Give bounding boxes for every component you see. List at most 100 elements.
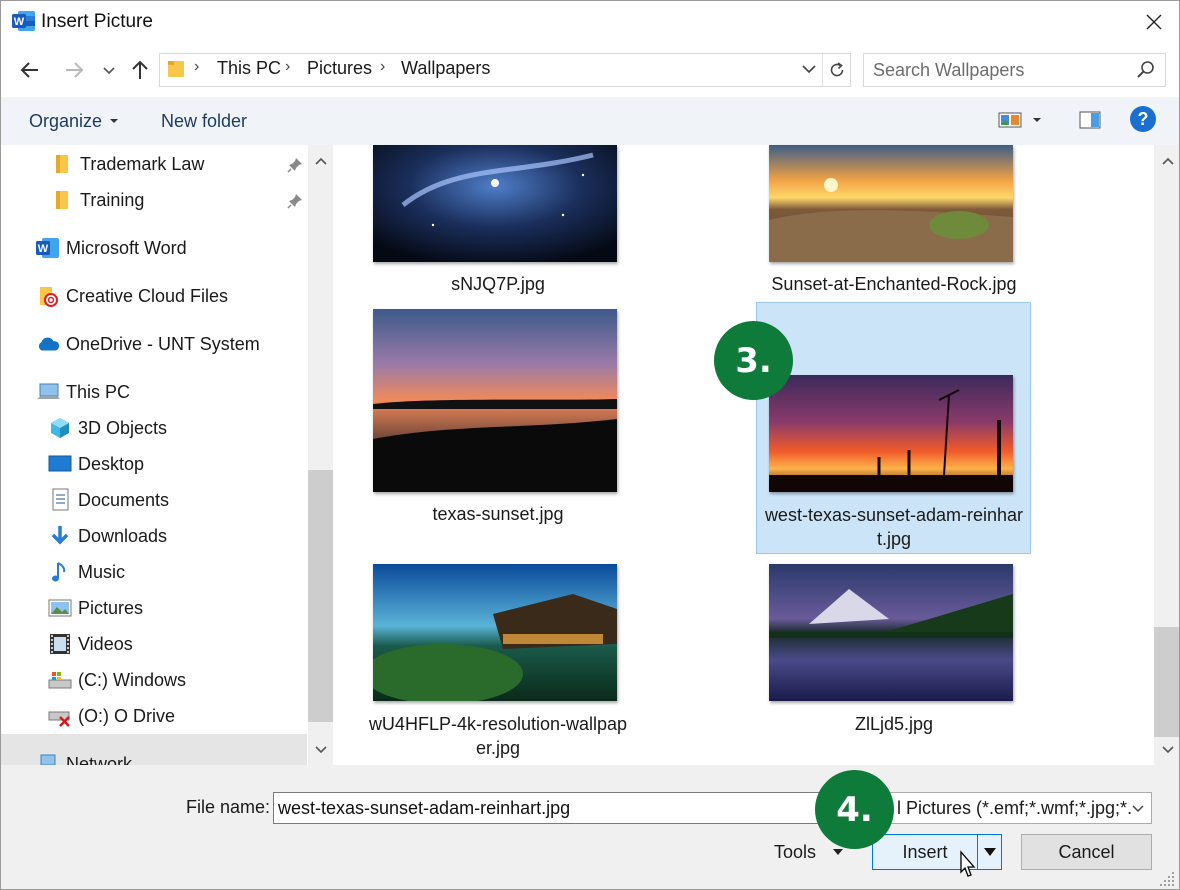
sidebar-item-training[interactable]: Training xyxy=(50,182,144,218)
breadcrumb-this-pc[interactable]: This PC xyxy=(217,58,281,79)
bottom-panel xyxy=(0,765,1180,890)
file-name-line: er.jpg xyxy=(475,738,521,758)
thumbnail-snjq7p[interactable] xyxy=(373,145,617,262)
chevron-up-icon xyxy=(1162,157,1174,165)
file-name-line: west-texas-sunset-adam-reinhar xyxy=(764,505,1024,525)
sidebar-item-label: Training xyxy=(80,189,145,210)
sidebar-item-label: Videos xyxy=(78,633,133,654)
close-button[interactable] xyxy=(1134,4,1174,40)
address-history-button[interactable] xyxy=(800,58,818,80)
sidebar-item-c-drive[interactable]: (C:) Windows xyxy=(48,662,186,698)
downloads-icon xyxy=(48,524,72,548)
refresh-button[interactable] xyxy=(822,54,850,86)
breadcrumb-separator: › xyxy=(380,58,386,75)
sidebar-item-desktop[interactable]: Desktop xyxy=(48,446,144,482)
sidebar-item-label: Music xyxy=(78,561,126,582)
sidebar-item-videos[interactable]: Videos xyxy=(48,626,133,662)
navigation-pane[interactable]: Trademark Law Training W Microsoft Word … xyxy=(0,145,333,765)
organize-button[interactable]: Organize xyxy=(16,100,132,142)
search-icon[interactable] xyxy=(1135,59,1157,81)
scroll-up-button[interactable] xyxy=(311,152,331,170)
file-name-line: wU4HFLP-4k-resolution-wallpap xyxy=(368,714,628,734)
large-icons-view-icon xyxy=(998,112,1022,128)
file-name[interactable]: wU4HFLP-4k-resolution-wallpap er.jpg xyxy=(365,712,631,760)
sidebar-item-pictures[interactable]: Pictures xyxy=(48,590,143,626)
sidebar-item-3d-objects[interactable]: 3D Objects xyxy=(48,410,167,446)
sidebar-item-network[interactable]: Network xyxy=(36,746,132,765)
sidebar-item-downloads[interactable]: Downloads xyxy=(48,518,167,554)
cancel-button[interactable]: Cancel xyxy=(1021,834,1152,870)
caret-down-icon xyxy=(1033,118,1041,122)
step-callout-3: 3. xyxy=(714,321,793,400)
chevron-up-icon xyxy=(315,157,327,165)
up-button[interactable] xyxy=(124,55,156,85)
sidebar-item-label: Downloads xyxy=(78,525,168,546)
search-input[interactable] xyxy=(873,58,1123,82)
caret-down-icon xyxy=(833,849,844,855)
resize-grip-icon[interactable] xyxy=(1158,870,1176,888)
chevron-down-icon xyxy=(802,65,816,74)
insert-label: Insert xyxy=(902,841,948,862)
sidebar-item-documents[interactable]: Documents xyxy=(48,482,169,518)
sidebar-item-creative-cloud-files[interactable]: Creative Cloud Files xyxy=(36,278,228,314)
pin-icon[interactable] xyxy=(286,156,304,174)
forward-button[interactable] xyxy=(60,55,92,85)
breadcrumb-pictures[interactable]: Pictures xyxy=(307,58,372,79)
file-name-line: t.jpg xyxy=(876,529,912,549)
scroll-up-button[interactable] xyxy=(1158,152,1178,170)
desktop-icon xyxy=(48,452,72,476)
change-view-button[interactable] xyxy=(998,104,1052,136)
sidebar-item-onedrive[interactable]: OneDrive - UNT System xyxy=(36,326,260,362)
music-icon xyxy=(48,560,72,584)
file-name[interactable]: texas-sunset.jpg xyxy=(373,502,623,526)
sidebar-item-music[interactable]: Music xyxy=(48,554,125,590)
arrow-up-icon xyxy=(132,60,148,79)
file-name-input[interactable] xyxy=(273,792,833,824)
sidebar-item-label: OneDrive - UNT System xyxy=(66,333,260,354)
file-name[interactable]: sNJQ7P.jpg xyxy=(373,272,623,296)
thumbnail-wu4hflp[interactable] xyxy=(373,564,617,701)
sidebar-item-this-pc[interactable]: This PC xyxy=(36,374,130,410)
file-name[interactable]: west-texas-sunset-adam-reinhar t.jpg xyxy=(763,503,1025,551)
onedrive-icon xyxy=(36,332,60,356)
content-scroll-thumb[interactable] xyxy=(1154,627,1180,737)
recent-locations-button[interactable] xyxy=(98,55,120,85)
chevron-down-icon xyxy=(1162,746,1174,754)
thumbnail-zlljd5[interactable] xyxy=(769,564,1013,701)
sidebar-item-label: Pictures xyxy=(78,597,144,618)
scroll-down-button[interactable] xyxy=(1158,741,1178,759)
chevron-down-icon xyxy=(315,746,327,754)
sidebar-item-microsoft-word[interactable]: W Microsoft Word xyxy=(36,230,187,266)
sidebar-item-o-drive[interactable]: (O:) O Drive xyxy=(48,698,175,734)
svg-text:W: W xyxy=(14,16,25,28)
breadcrumb-separator: › xyxy=(285,58,291,75)
sidebar-item-trademark-law[interactable]: Trademark Law xyxy=(50,146,204,182)
network-drive-icon xyxy=(48,704,72,728)
sidebar-scroll-thumb[interactable] xyxy=(308,470,333,722)
thumbnail-sunset-enchanted-rock[interactable] xyxy=(769,145,1013,262)
arrow-left-icon xyxy=(20,62,38,78)
sidebar-item-label: Microsoft Word xyxy=(66,237,187,258)
help-button[interactable]: ? xyxy=(1130,106,1156,132)
file-type-value: l Pictures (*.emf;*.wmf;*.jpg;*. xyxy=(897,797,1133,818)
preview-pane-icon xyxy=(1079,111,1101,129)
scroll-down-button[interactable] xyxy=(311,741,331,759)
mouse-pointer-icon xyxy=(955,850,979,882)
drive-c-icon xyxy=(48,668,72,692)
preview-pane-button[interactable] xyxy=(1074,104,1106,136)
sidebar-item-label: Network xyxy=(66,753,133,766)
breadcrumb-wallpapers[interactable]: Wallpapers xyxy=(401,58,490,79)
thumbnail-west-texas-sunset[interactable] xyxy=(769,375,1013,492)
videos-icon xyxy=(48,632,72,656)
sidebar-item-label: (O:) O Drive xyxy=(78,705,175,726)
creative-cloud-icon xyxy=(36,284,60,308)
file-name[interactable]: Sunset-at-Enchanted-Rock.jpg xyxy=(769,272,1019,296)
pin-icon[interactable] xyxy=(286,192,304,210)
sidebar-item-label: Documents xyxy=(78,489,170,510)
file-name[interactable]: ZlLjd5.jpg xyxy=(769,712,1019,736)
back-button[interactable] xyxy=(14,55,46,85)
new-folder-button[interactable]: New folder xyxy=(148,100,260,142)
thumbnail-texas-sunset[interactable] xyxy=(373,309,617,492)
file-type-select[interactable]: l Pictures (*.emf;*.wmf;*.jpg;*. xyxy=(866,792,1152,824)
insert-options-button[interactable] xyxy=(977,834,1002,870)
